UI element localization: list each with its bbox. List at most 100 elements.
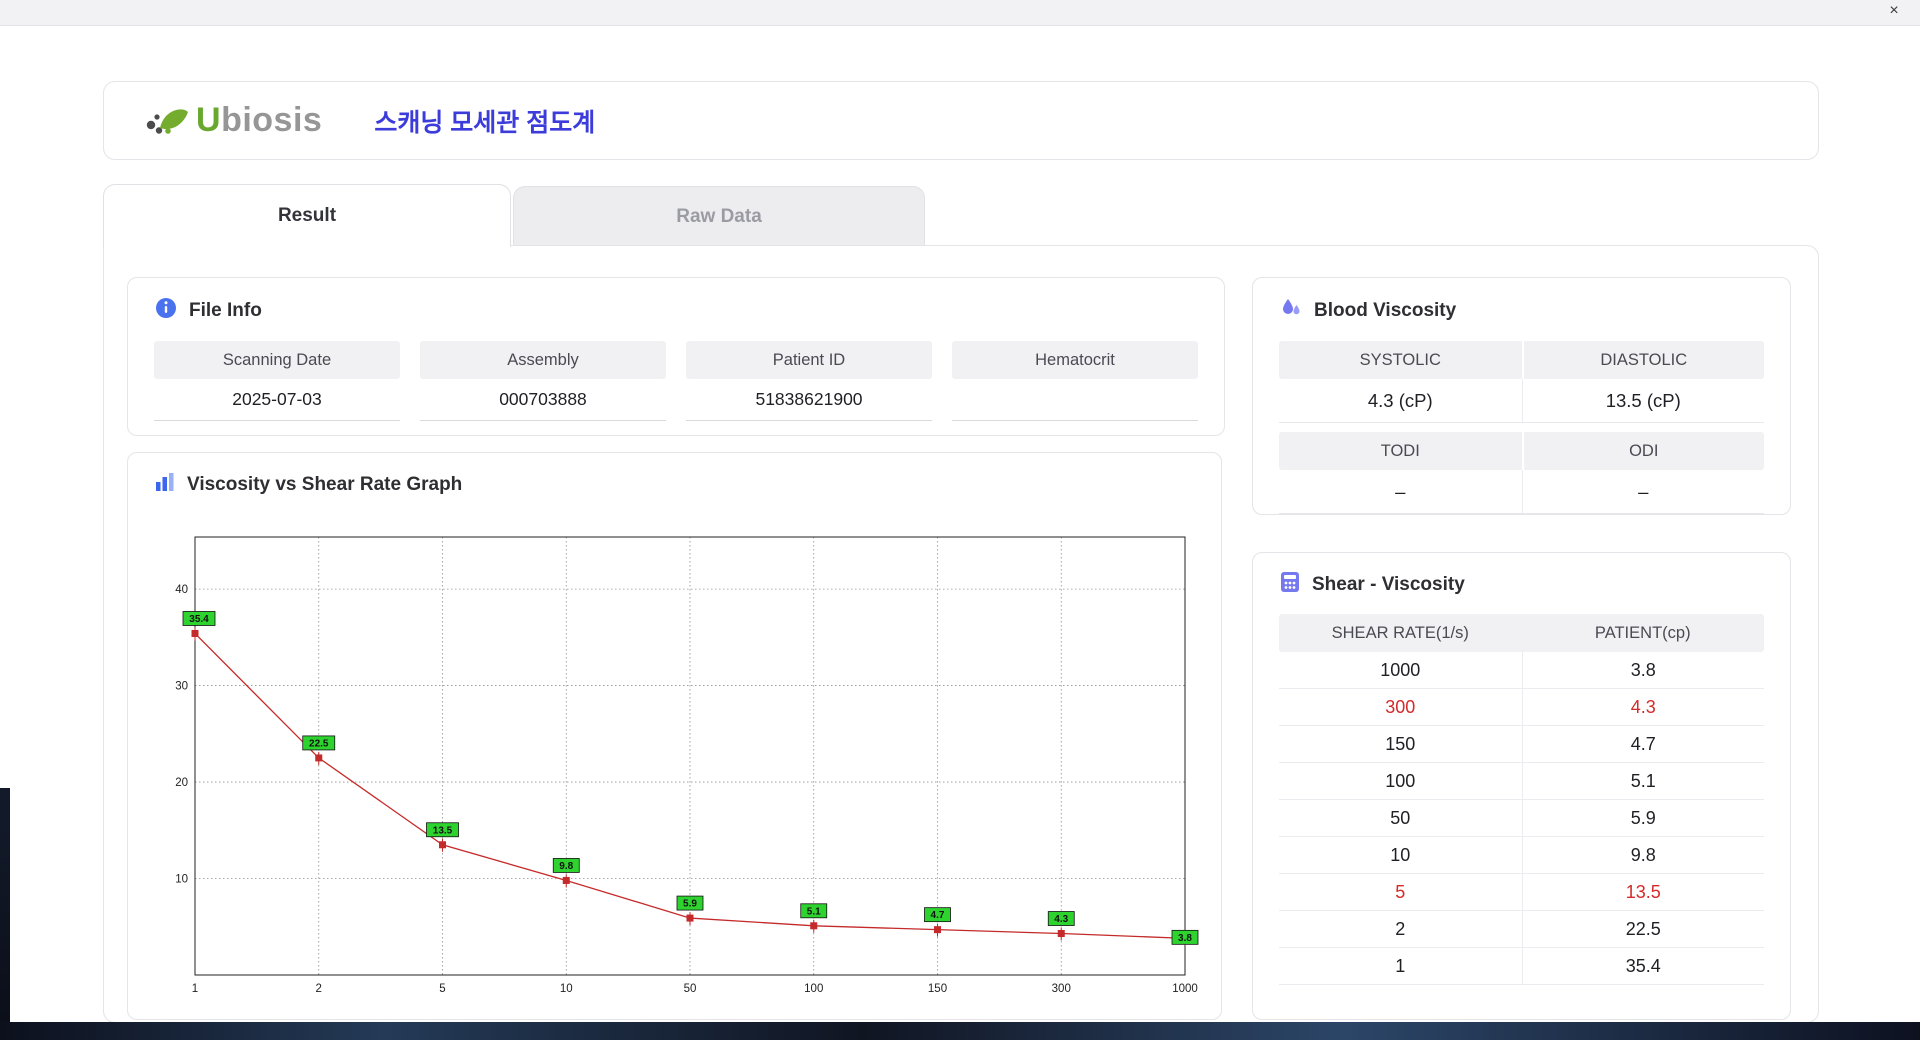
patient-cell: 35.4: [1522, 948, 1765, 984]
graph-card: Viscosity vs Shear Rate Graph 10 20 30 40 1 2…: [127, 452, 1222, 1020]
svg-text:5.1: 5.1: [807, 906, 821, 917]
blood-viscosity-table: SYSTOLIC DIASTOLIC 4.3 (cP) 13.5 (cP) TO…: [1279, 341, 1764, 514]
shear-rate-cell: 150: [1279, 726, 1522, 762]
field-label: Patient ID: [686, 341, 932, 379]
shear-rate-cell: 100: [1279, 763, 1522, 799]
svg-text:30: 30: [175, 681, 188, 693]
field-hematocrit: Hematocrit: [952, 341, 1198, 421]
field-label: Scanning Date: [154, 341, 400, 379]
blood-viscosity-title: Blood Viscosity: [1314, 300, 1456, 322]
systolic-value: 4.3 (cP): [1279, 379, 1522, 422]
window-titlebar: ×: [0, 0, 1920, 26]
table-row: 109.8: [1279, 837, 1764, 874]
graph-title-row: Viscosity vs Shear Rate Graph: [154, 471, 1221, 499]
table-row: 222.5: [1279, 911, 1764, 948]
field-value: [952, 379, 1198, 421]
droplet-icon: [1279, 296, 1303, 326]
field-value: 2025-07-03: [154, 379, 400, 421]
patient-cell: 13.5: [1522, 874, 1765, 910]
shear-rate-cell: 10: [1279, 837, 1522, 873]
file-info-card: File Info Scanning Date 2025-07-03 Assem…: [127, 277, 1225, 436]
ubiosis-logo-icon: [144, 98, 190, 143]
desktop-wallpaper-bottom: [0, 1022, 1920, 1040]
svg-text:4.3: 4.3: [1054, 914, 1068, 925]
field-patient-id: Patient ID 51838621900: [686, 341, 932, 421]
brand-rest: biosis: [221, 101, 322, 139]
shear-table-header: SHEAR RATE(1/s) PATIENT(cp): [1279, 614, 1764, 652]
svg-text:5.9: 5.9: [683, 899, 697, 910]
tab-raw-data[interactable]: Raw Data: [513, 186, 925, 246]
table-row: 3004.3: [1279, 689, 1764, 726]
field-scanning-date: Scanning Date 2025-07-03: [154, 341, 400, 421]
svg-text:9.8: 9.8: [559, 861, 573, 872]
todi-value: –: [1279, 470, 1522, 513]
svg-text:2: 2: [316, 983, 322, 995]
patient-cell: 3.8: [1522, 652, 1765, 688]
patient-cell: 22.5: [1522, 911, 1765, 947]
brand-accent: U: [196, 101, 221, 139]
svg-text:40: 40: [175, 584, 188, 596]
diastolic-value: 13.5 (cP): [1522, 379, 1765, 422]
shear-viscosity-title: Shear - Viscosity: [1312, 574, 1465, 596]
svg-text:150: 150: [928, 983, 947, 995]
svg-text:20: 20: [175, 777, 188, 789]
diastolic-label: DIASTOLIC: [1522, 341, 1765, 379]
bv-value-row-2: – –: [1279, 470, 1764, 514]
patient-cell: 4.7: [1522, 726, 1765, 762]
shear-rate-cell: 1: [1279, 948, 1522, 984]
shear-viscosity-title-row: Shear - Viscosity: [1279, 571, 1790, 599]
svg-text:13.5: 13.5: [433, 825, 453, 836]
svg-text:10: 10: [560, 983, 573, 995]
ubiosis-logo: Ubiosis: [144, 98, 322, 143]
shear-rate-cell: 300: [1279, 689, 1522, 725]
table-row: 1504.7: [1279, 726, 1764, 763]
brand-text: Ubiosis: [196, 101, 322, 140]
bv-header-row-1: SYSTOLIC DIASTOLIC: [1279, 341, 1764, 379]
close-button[interactable]: ×: [1884, 2, 1904, 20]
svg-text:5: 5: [439, 983, 445, 995]
shear-viscosity-card: Shear - Viscosity SHEAR RATE(1/s) PATIEN…: [1252, 552, 1791, 1020]
svg-text:300: 300: [1052, 983, 1071, 995]
shear-rate-header: SHEAR RATE(1/s): [1279, 614, 1522, 652]
tab-result[interactable]: Result: [103, 184, 511, 247]
svg-text:1: 1: [192, 983, 198, 995]
table-row: 10003.8: [1279, 652, 1764, 689]
odi-label: ODI: [1522, 432, 1765, 470]
svg-text:100: 100: [804, 983, 823, 995]
graph-title: Viscosity vs Shear Rate Graph: [187, 474, 462, 496]
blood-viscosity-card: Blood Viscosity SYSTOLIC DIASTOLIC 4.3 (…: [1252, 277, 1791, 515]
shear-rate-cell: 50: [1279, 800, 1522, 836]
bv-header-row-2: TODI ODI: [1279, 432, 1764, 470]
shear-rate-cell: 1000: [1279, 652, 1522, 688]
table-row: 513.5: [1279, 874, 1764, 911]
table-row: 1005.1: [1279, 763, 1764, 800]
patient-cell: 5.1: [1522, 763, 1765, 799]
patient-cell: 4.3: [1522, 689, 1765, 725]
file-info-title-row: File Info: [154, 296, 1224, 326]
field-value: 51838621900: [686, 379, 932, 421]
svg-text:4.7: 4.7: [931, 910, 945, 921]
field-assembly: Assembly 000703888: [420, 341, 666, 421]
todi-label: TODI: [1279, 432, 1522, 470]
svg-text:10: 10: [175, 874, 188, 886]
app-window: × Ubiosis 스캐닝 모세관 점도계 Result Raw Data: [0, 0, 1920, 1022]
chart-bars-icon: [154, 471, 176, 499]
svg-text:22.5: 22.5: [309, 738, 329, 749]
table-row: 135.4: [1279, 948, 1764, 985]
systolic-label: SYSTOLIC: [1279, 341, 1522, 379]
odi-value: –: [1522, 470, 1765, 513]
shear-rate-cell: 5: [1279, 874, 1522, 910]
viscosity-chart: 102030401251050100150300100035.422.513.5…: [158, 517, 1218, 997]
desktop-wallpaper-left: [0, 788, 10, 1040]
patient-cell: 5.9: [1522, 800, 1765, 836]
file-info-fields: Scanning Date 2025-07-03 Assembly 000703…: [154, 341, 1198, 421]
patient-cell: 9.8: [1522, 837, 1765, 873]
svg-text:50: 50: [684, 983, 697, 995]
header-card: Ubiosis 스캐닝 모세관 점도계: [103, 81, 1819, 160]
blood-viscosity-title-row: Blood Viscosity: [1279, 296, 1790, 326]
shear-rate-cell: 2: [1279, 911, 1522, 947]
table-row: 505.9: [1279, 800, 1764, 837]
svg-text:1000: 1000: [1172, 983, 1198, 995]
bv-value-row-1: 4.3 (cP) 13.5 (cP): [1279, 379, 1764, 423]
shear-table: SHEAR RATE(1/s) PATIENT(cp) 10003.83004.…: [1279, 614, 1764, 985]
